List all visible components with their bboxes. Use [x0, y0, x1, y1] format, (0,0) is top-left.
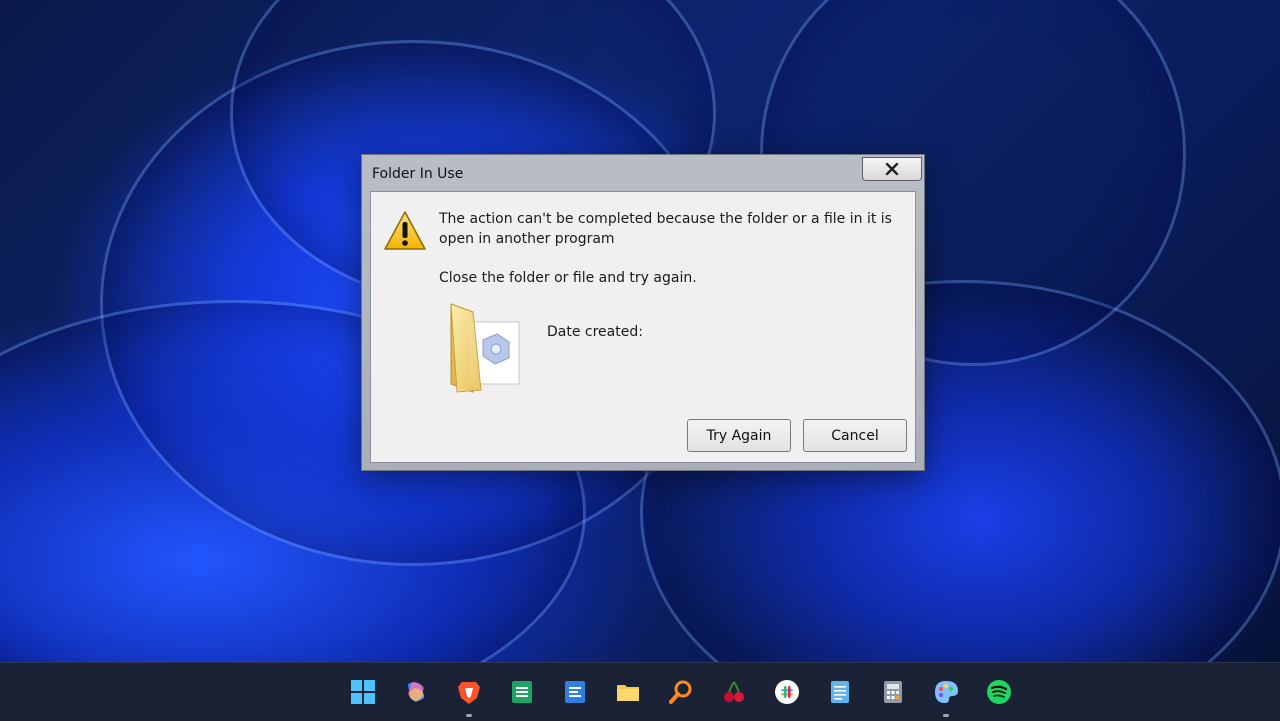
dialog-title: Folder In Use [372, 166, 464, 182]
close-icon [885, 162, 899, 176]
try-again-button[interactable]: Try Again [687, 419, 791, 452]
file-explorer-icon [617, 685, 639, 701]
taskbar-start-button[interactable] [344, 673, 382, 711]
taskbar-spotify[interactable] [980, 673, 1018, 711]
slack-icon [775, 680, 799, 704]
taskbar-paint[interactable] [927, 673, 965, 717]
instruction-message: Close the folder or file and try again. [439, 270, 697, 286]
calculator-icon [884, 681, 902, 703]
brave-browser-icon [458, 682, 480, 704]
running-indicator [943, 714, 949, 717]
close-button[interactable] [862, 157, 922, 181]
taskbar [0, 662, 1280, 721]
taskbar-brave[interactable] [450, 673, 488, 717]
paint-icon [935, 681, 958, 703]
taskbar-search-app[interactable] [662, 673, 700, 711]
taskbar-calculator[interactable] [874, 673, 912, 711]
cancel-button[interactable]: Cancel [803, 419, 907, 452]
warning-icon [384, 211, 426, 250]
dialog-content: The action can't be completed because th… [370, 191, 916, 463]
spotify-icon [987, 680, 1011, 704]
taskbar-slack[interactable] [768, 673, 806, 711]
taskbar-spreadsheet[interactable] [503, 673, 541, 711]
folder-icon [450, 303, 520, 393]
error-message: The action can't be completed because th… [439, 211, 892, 247]
copilot-icon [408, 682, 424, 702]
taskbar-copilot[interactable] [397, 673, 435, 711]
taskbar-document-app[interactable] [556, 673, 594, 711]
date-created-label: Date created: [547, 324, 643, 340]
spreadsheet-app-icon [512, 681, 532, 703]
taskbar-cherry-app[interactable] [715, 673, 753, 711]
folder-in-use-dialog: Folder In Use The action can't be comple… [361, 154, 925, 471]
document-app-icon [565, 681, 585, 703]
cherry-app-icon [724, 681, 744, 702]
windows-start-icon [351, 680, 375, 704]
taskbar-pinned-apps [344, 673, 1018, 717]
search-magnifier-icon [669, 680, 692, 704]
taskbar-file-explorer[interactable] [609, 673, 647, 711]
notepad-icon [831, 681, 849, 703]
dialog-title-bar[interactable]: Folder In Use [362, 155, 924, 191]
taskbar-notepad[interactable] [821, 673, 859, 711]
running-indicator [466, 714, 472, 717]
